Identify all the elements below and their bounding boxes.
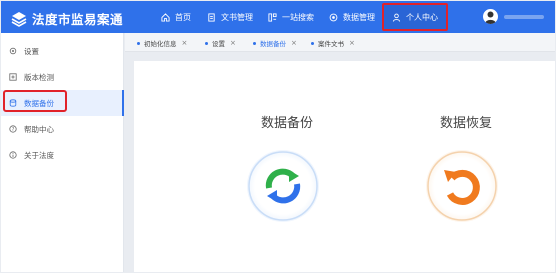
- restore-button[interactable]: [426, 150, 498, 222]
- backup-title: 数据备份: [261, 116, 314, 131]
- tab-dot: [311, 41, 314, 45]
- nav-home-label: 首页: [175, 12, 191, 22]
- close-icon[interactable]: ×: [349, 39, 355, 47]
- sidebar-item-settings[interactable]: 设置: [1, 38, 124, 64]
- document-icon: [208, 12, 215, 22]
- tab-label: 初始化信息: [144, 40, 177, 48]
- backup-button[interactable]: [247, 150, 319, 222]
- nav-home[interactable]: 首页: [161, 1, 191, 33]
- user-name-redacted: [504, 15, 544, 19]
- sidebar-item-label: 帮助中心: [24, 124, 54, 134]
- close-icon[interactable]: ×: [182, 39, 188, 47]
- avatar-icon: [485, 11, 496, 24]
- tab-init-info[interactable]: 初始化信息 ×: [137, 36, 187, 50]
- tab-dot: [205, 41, 208, 45]
- help-icon: ?: [9, 125, 17, 133]
- sidebar: 设置 版本检测 数据备份 ? 帮助中心 关于法度: [1, 33, 124, 272]
- avatar[interactable]: [483, 9, 498, 24]
- nav-search-label: 一站搜索: [282, 12, 314, 22]
- close-icon[interactable]: ×: [230, 39, 236, 47]
- tab-dot: [137, 41, 140, 45]
- highlight-annotation: [3, 90, 67, 112]
- sidebar-item-help-center[interactable]: ? 帮助中心: [1, 116, 124, 142]
- tab-dot: [253, 41, 256, 45]
- nav-documents[interactable]: 文书管理: [207, 1, 253, 33]
- tab-bar: 初始化信息 × 设置 × 数据备份 × 案件文书 ×: [125, 33, 555, 52]
- tab-label: 设置: [212, 40, 225, 48]
- nav-search[interactable]: 一站搜索: [268, 1, 314, 33]
- sidebar-item-label: 关于法度: [24, 150, 54, 160]
- top-header: 法度市监易案通 首页 文书管理 一站搜索 数据管理 个人中心: [1, 1, 555, 33]
- nav-personal-center[interactable]: 个人中心: [382, 3, 448, 31]
- app-logo[interactable]: 法度市监易案通: [11, 9, 123, 28]
- tab-case-documents[interactable]: 案件文书 ×: [311, 36, 355, 50]
- logo-icon: [11, 11, 27, 27]
- database-icon: [329, 13, 338, 21]
- restore-title: 数据恢复: [440, 116, 493, 131]
- sidebar-item-about[interactable]: 关于法度: [1, 142, 124, 168]
- sidebar-item-label: 版本检测: [24, 72, 54, 82]
- close-icon[interactable]: ×: [291, 39, 297, 47]
- search-icon: [268, 12, 277, 22]
- app-title: 法度市监易案通: [32, 12, 124, 27]
- tab-settings[interactable]: 设置 ×: [205, 36, 236, 50]
- nav-documents-label: 文书管理: [221, 12, 253, 22]
- main-panel: 数据备份 数据恢复: [134, 61, 555, 272]
- backup-sync-icon: [248, 151, 318, 221]
- gear-icon: [9, 47, 17, 55]
- tab-label: 数据备份: [260, 40, 286, 48]
- tab-label: 案件文书: [318, 40, 344, 48]
- info-icon: [9, 151, 17, 159]
- tab-data-backup[interactable]: 数据备份 ×: [253, 36, 297, 50]
- user-icon: [392, 13, 401, 22]
- nav-data-label: 数据管理: [343, 12, 375, 22]
- home-icon: [161, 12, 170, 22]
- nav-data[interactable]: 数据管理: [329, 1, 375, 33]
- sidebar-item-version-check[interactable]: 版本检测: [1, 64, 124, 90]
- version-icon: [9, 73, 17, 81]
- restore-icon: [427, 151, 497, 221]
- nav-personal-center-label: 个人中心: [406, 12, 438, 22]
- sidebar-item-label: 设置: [24, 46, 39, 56]
